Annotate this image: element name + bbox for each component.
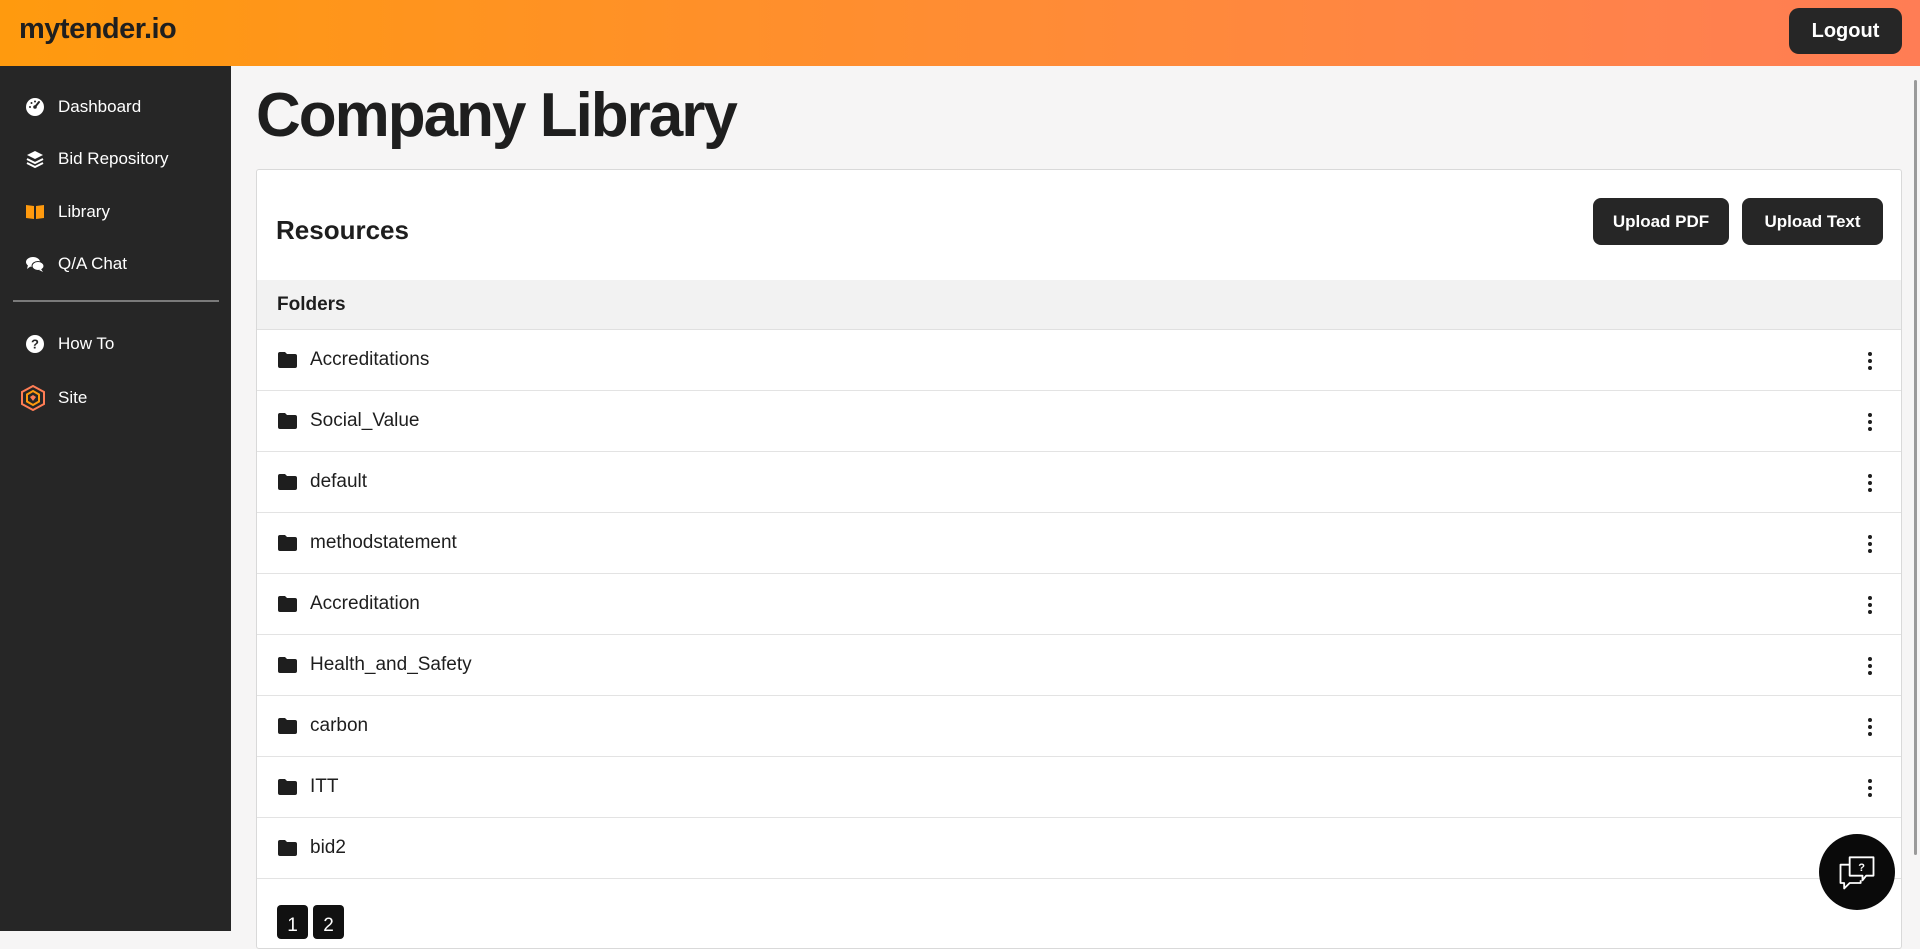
more-options-icon[interactable] <box>1863 716 1877 738</box>
sidebar-item-site[interactable]: Site <box>0 378 231 418</box>
folder-icon <box>277 534 298 552</box>
logout-button[interactable]: Logout <box>1789 8 1902 54</box>
sidebar-item-label: Bid Repository <box>58 149 169 168</box>
sidebar-item-label: How To <box>58 334 115 353</box>
folder-row[interactable]: Social_Value <box>257 391 1901 452</box>
upload-pdf-button[interactable]: Upload PDF <box>1593 198 1729 245</box>
folder-icon <box>277 473 298 491</box>
folder-row[interactable]: ITT <box>257 757 1901 818</box>
sidebar-item-how-to[interactable]: ? How To <box>0 324 231 364</box>
layers-icon <box>24 148 46 170</box>
sidebar: Dashboard Bid Repository Library Q/A Cha… <box>0 66 231 931</box>
svg-text:?: ? <box>1858 862 1865 874</box>
page-button[interactable]: 2 <box>313 905 344 939</box>
folder-row[interactable]: Accreditations <box>257 330 1901 391</box>
folder-name: Accreditation <box>310 593 420 614</box>
more-options-icon[interactable] <box>1863 533 1877 555</box>
folder-icon <box>277 778 298 796</box>
sidebar-item-library[interactable]: Library <box>0 192 231 232</box>
sidebar-item-dashboard[interactable]: Dashboard <box>0 87 231 127</box>
page-button[interactable]: 1 <box>277 905 308 939</box>
dashboard-gauge-icon <box>24 96 46 118</box>
pagination: 12 <box>277 905 344 939</box>
folder-row[interactable]: default <box>257 452 1901 513</box>
folder-row[interactable]: Health_and_Safety <box>257 635 1901 696</box>
card-title: Resources <box>276 215 409 245</box>
folder-name: default <box>310 471 368 492</box>
more-options-icon[interactable] <box>1863 777 1877 799</box>
folder-icon <box>277 412 298 430</box>
folder-name: Accreditations <box>310 349 430 370</box>
help-chat-icon: ? <box>1839 856 1875 890</box>
hexagon-logo-icon <box>20 385 46 411</box>
sidebar-item-label: Q/A Chat <box>58 254 127 273</box>
svg-text:?: ? <box>31 337 39 352</box>
more-options-icon[interactable] <box>1863 472 1877 494</box>
folder-icon <box>277 595 298 613</box>
folder-name: bid2 <box>310 837 346 858</box>
question-circle-icon: ? <box>24 333 46 355</box>
folder-name: methodstatement <box>310 532 457 553</box>
top-bar: mytender.io Logout <box>0 0 1920 66</box>
folder-icon <box>277 351 298 369</box>
more-options-icon[interactable] <box>1863 411 1877 433</box>
open-book-icon <box>24 201 46 223</box>
folder-name: ITT <box>310 776 339 797</box>
folder-icon <box>277 656 298 674</box>
page-scrollbar[interactable] <box>1914 80 1917 855</box>
folder-row[interactable]: bid2 <box>257 818 1901 879</box>
main-content: Company Library Resources Upload PDF Upl… <box>231 66 1920 949</box>
folder-list: Accreditations Social_Valuedefault methods… <box>257 330 1901 879</box>
brand-logo[interactable]: mytender.io <box>19 13 177 46</box>
sidebar-item-label: Library <box>58 202 110 221</box>
sidebar-divider <box>13 300 219 302</box>
more-options-icon[interactable] <box>1863 594 1877 616</box>
more-options-icon[interactable] <box>1863 655 1877 677</box>
sidebar-item-label: Site <box>58 388 88 407</box>
folders-header: Folders <box>257 280 1901 330</box>
sidebar-item-label: Dashboard <box>58 97 142 116</box>
folder-row[interactable]: Accreditation <box>257 574 1901 635</box>
folder-name: carbon <box>310 715 369 736</box>
folder-row[interactable]: carbon <box>257 696 1901 757</box>
folder-name: Health_and_Safety <box>310 654 472 675</box>
folder-icon <box>277 717 298 735</box>
sidebar-item-qa-chat[interactable]: Q/A Chat <box>0 244 231 284</box>
help-chat-button[interactable]: ? <box>1819 834 1895 910</box>
folder-row[interactable]: methodstatement <box>257 513 1901 574</box>
sidebar-item-bid-repository[interactable]: Bid Repository <box>0 139 231 179</box>
page-title: Company Library <box>256 81 738 150</box>
upload-text-button[interactable]: Upload Text <box>1742 198 1883 245</box>
resources-card: Resources Upload PDF Upload Text Folders… <box>256 169 1902 949</box>
more-options-icon[interactable] <box>1863 350 1877 372</box>
chat-bubbles-icon <box>24 253 46 275</box>
folder-icon <box>277 839 298 857</box>
folder-name: Social_Value <box>310 410 420 431</box>
